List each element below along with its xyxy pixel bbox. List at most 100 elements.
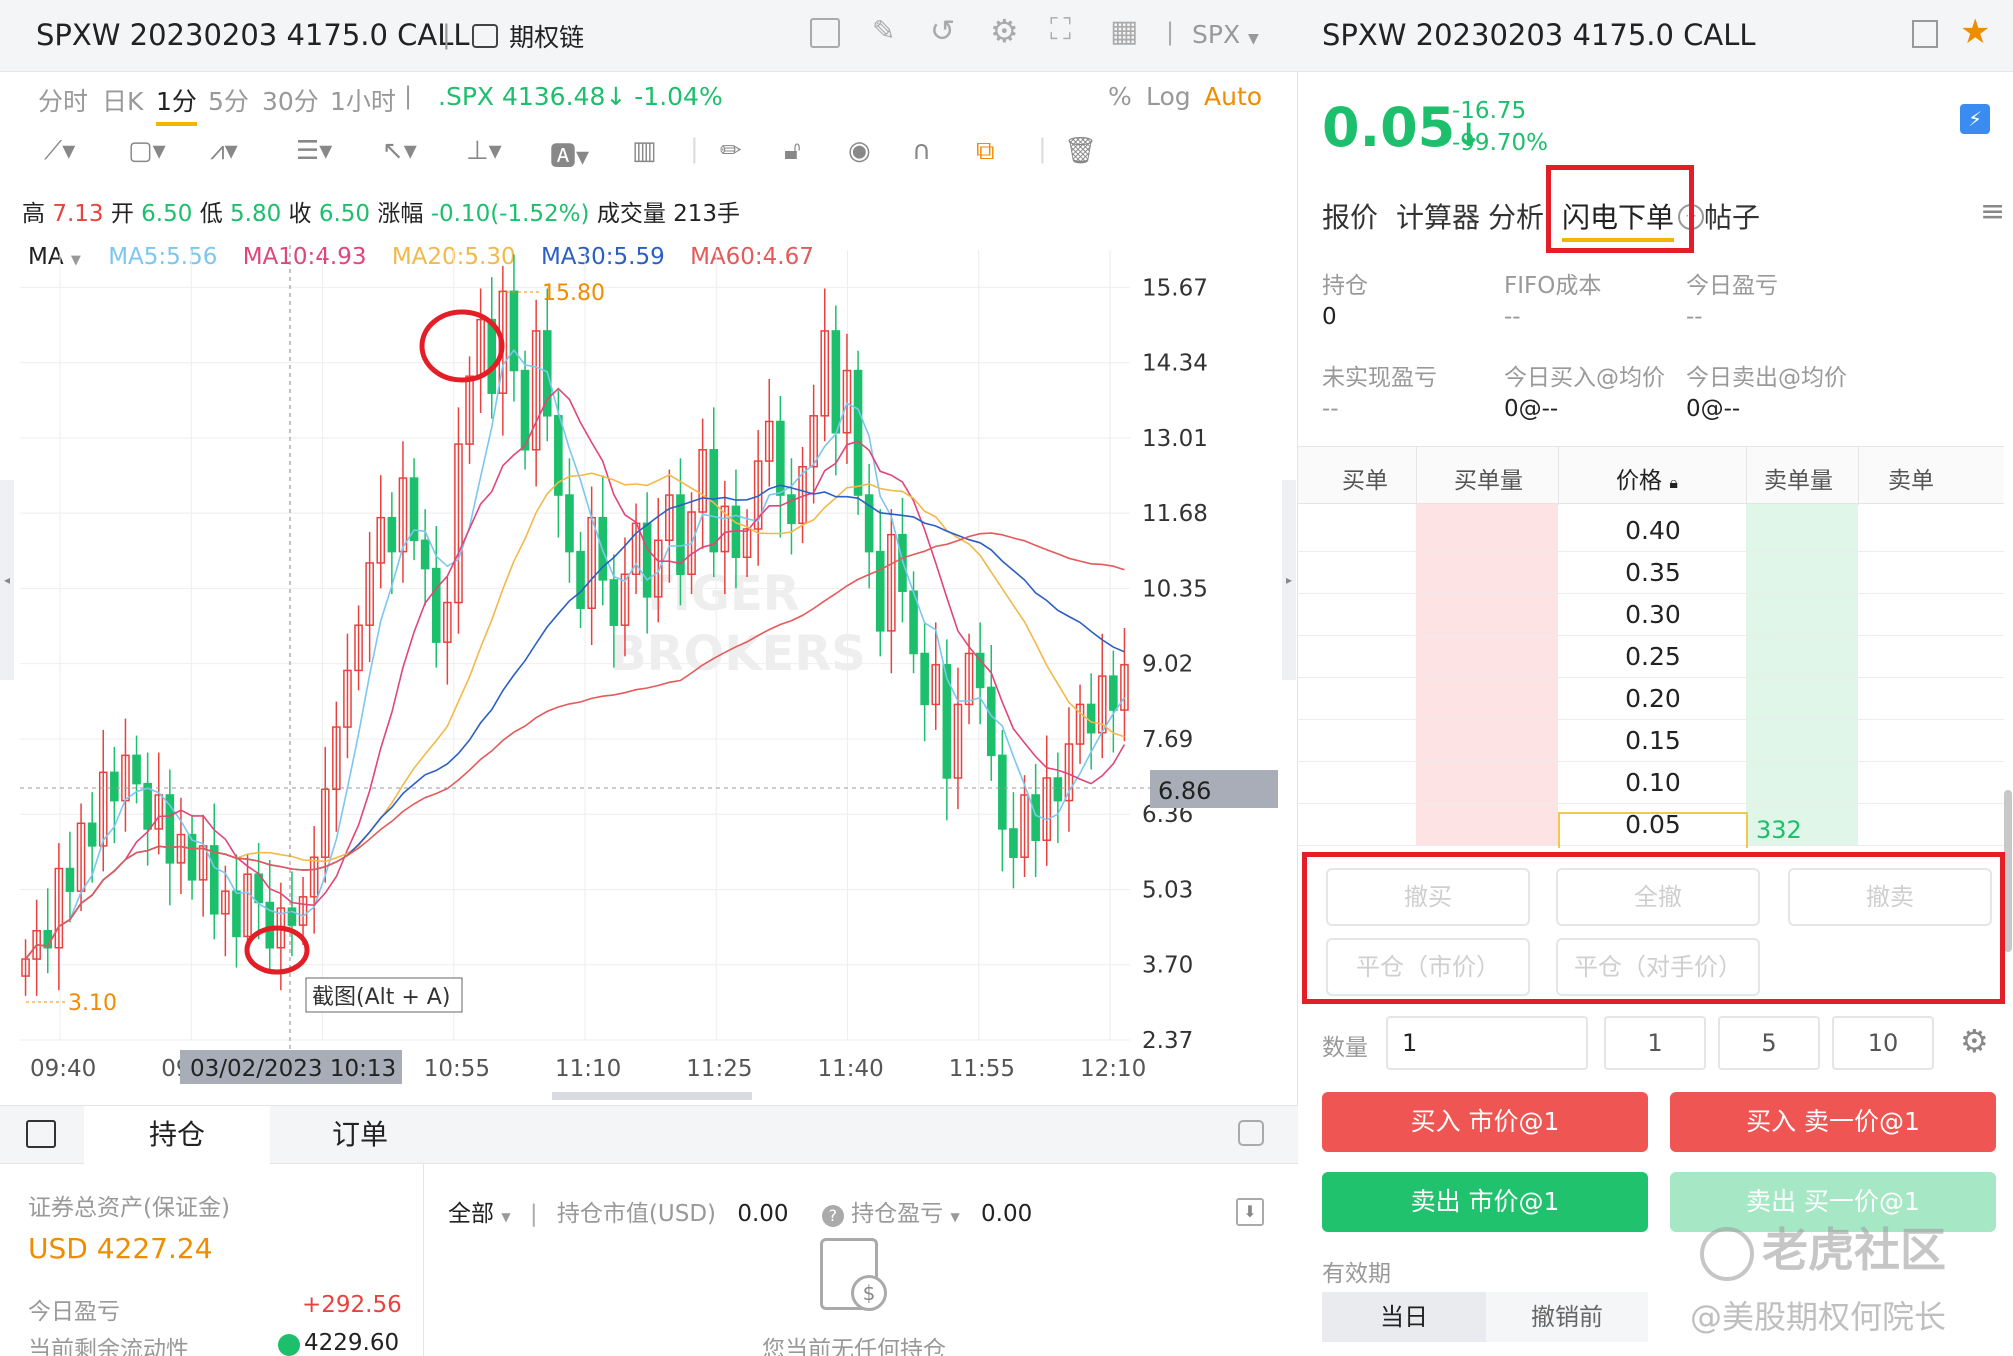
quantity-settings-gear-icon[interactable]: ⚙ [1960, 1022, 1989, 1060]
underlying-quote[interactable]: .SPX 4136.48↓ -1.04% [438, 82, 723, 111]
validity-label: 有效期 [1322, 1261, 1391, 1287]
period-tab[interactable]: 30分 [262, 82, 319, 118]
separator: | [1166, 18, 1175, 46]
candle-body [853, 369, 863, 496]
arrow-tool-icon[interactable]: ↖▾ [382, 136, 417, 166]
fib-tool-icon[interactable]: ☰▾ [296, 136, 332, 166]
filter-all-select[interactable]: 全部 ▼ [448, 1201, 511, 1227]
tab-analysis[interactable]: 分析 [1488, 196, 1544, 236]
y-axis: 15.6714.3413.0111.6810.359.027.696.365.0… [1142, 275, 1208, 1054]
ladder-col-price[interactable]: 价格 🔒︎ [1616, 461, 1678, 495]
auto-toggle[interactable]: Auto [1204, 82, 1262, 111]
measure-tool-icon[interactable]: ⊥▾ [466, 136, 502, 166]
chevron-down-icon: ▼ [501, 1210, 511, 1224]
x-tick-label: 11:55 [949, 1056, 1015, 1082]
community-watermark: 老虎社区 [1700, 1214, 1946, 1281]
sell-market-button[interactable]: 卖出 市价@1 [1322, 1172, 1648, 1232]
ladder-price-cell[interactable]: 0.15 [1558, 720, 1748, 762]
expand-right-handle[interactable]: ▸ [1282, 480, 1296, 680]
ladder-price-cell[interactable]: 0.35 [1558, 552, 1748, 594]
contract-title: SPXW 20230203 4175.0 CALL [36, 18, 470, 52]
period-tab[interactable]: 1小时 [330, 82, 396, 118]
period-tab-active[interactable]: 1分 [156, 82, 197, 126]
positions-tab-bar: 持仓 订单 [0, 1106, 1298, 1164]
high-value: 7.13 [52, 201, 104, 227]
chevron-down-icon: ▼ [950, 1210, 960, 1224]
separator: | [1038, 134, 1047, 164]
quantity-preset[interactable]: 1 [1604, 1016, 1706, 1070]
tab-calculator[interactable]: 计算器 [1396, 196, 1480, 236]
percent-toggle[interactable]: % [1108, 82, 1132, 111]
candle-body [1031, 794, 1040, 841]
grid-layout-icon[interactable]: ▦ [1110, 14, 1138, 49]
lock-icon[interactable]: 🔓︎ [784, 136, 801, 167]
magnet-icon[interactable]: ∩ [912, 136, 931, 166]
settings-gear-icon[interactable]: ⚙ [990, 12, 1019, 50]
order-title-bar: SPXW 20230203 4175.0 CALL ★ [1298, 0, 2013, 72]
ladder-price-cell[interactable]: 0.25 [1558, 636, 1748, 678]
menu-icon[interactable]: ≡ [1980, 194, 2005, 229]
quantity-preset[interactable]: 10 [1832, 1016, 1934, 1070]
close-label: 收 [288, 201, 312, 227]
quantity-preset[interactable]: 5 [1718, 1016, 1820, 1070]
bars-tool-icon[interactable]: ▥ [632, 136, 657, 166]
chart-panel: SPXW 20230203 4175.0 CALL | 期权链 ✎ ↺ ⚙ ⛶ … [0, 0, 1298, 1105]
watermark-brokers: BROKERS [610, 626, 866, 682]
y-tick-label: 3.70 [1142, 953, 1193, 979]
chart-icon[interactable] [810, 18, 840, 48]
ladder-scrollbar[interactable] [2004, 790, 2012, 952]
rect-tool-icon[interactable]: ▢▾ [128, 136, 166, 166]
edit-icon[interactable]: ✎ [872, 14, 895, 47]
option-chain-button[interactable]: 期权链 [472, 18, 584, 54]
tab-quote[interactable]: 报价 [1322, 196, 1378, 236]
position-pl-label[interactable]: 持仓盈亏 [851, 1201, 943, 1227]
ladder-bid-qty-column [1416, 504, 1558, 846]
tab-positions[interactable]: 持仓 [84, 1106, 270, 1164]
candle-body [1009, 828, 1018, 858]
period-tab[interactable]: 日K [102, 82, 143, 118]
star-icon[interactable]: ★ [1960, 12, 1990, 52]
text-tool-icon[interactable]: 🅰▾ [550, 136, 589, 173]
tab-posts[interactable]: 帖子 [1704, 196, 1760, 236]
watermark-tiger: TIGER [640, 566, 800, 622]
tab-orders[interactable]: 订单 [290, 1106, 430, 1164]
validity-day-option[interactable]: 当日 [1322, 1292, 1486, 1342]
ladder-price-cell[interactable]: 0.40 [1558, 510, 1748, 552]
underlying-select[interactable]: SPX ▼ [1192, 20, 1259, 49]
bookmark-icon[interactable] [1912, 20, 1938, 48]
line-tool-icon[interactable]: ⟋▾ [44, 136, 75, 167]
fullscreen-icon[interactable]: ⛶ [1050, 12, 1071, 47]
candle-body [642, 522, 652, 598]
pencil-icon[interactable]: ✏ [720, 136, 742, 166]
eye-icon[interactable]: ◉ [848, 136, 871, 166]
ladder-price-cell[interactable]: 0.20 [1558, 678, 1748, 720]
quantity-input[interactable]: 1 [1386, 1016, 1588, 1070]
lightning-icon[interactable]: ⚡ [1960, 104, 1990, 134]
candlestick-chart[interactable]: TIGER BROKERS 15.67 14.34 13.01 11.68 10.35 9… [0, 230, 1298, 1100]
expand-left-handle[interactable]: ◂ [0, 480, 14, 680]
candle-body [232, 890, 241, 938]
refresh-icon[interactable]: ↺ [930, 14, 955, 49]
period-tab[interactable]: 5分 [208, 82, 249, 118]
buy-market-button[interactable]: 买入 市价@1 [1322, 1092, 1648, 1152]
download-icon[interactable]: ⬇ [1236, 1198, 1264, 1226]
ladder-price-cell[interactable]: 0.30 [1558, 594, 1748, 636]
ladder-price-cell[interactable]: 0.10 [1558, 762, 1748, 804]
pattern-tool-icon[interactable]: ⩘▾ [210, 136, 238, 167]
layers-icon[interactable]: ⧉ [976, 136, 995, 167]
help-icon[interactable]: ? [821, 1205, 844, 1227]
candle-body [920, 652, 929, 706]
buy-ask-button[interactable]: 买入 卖一价@1 [1670, 1092, 1996, 1152]
low-label: 低 [199, 201, 223, 227]
trash-icon[interactable]: 🗑︎ [1064, 136, 1097, 166]
y-tick-label: 9.02 [1142, 652, 1193, 678]
option-chain-label: 期权链 [509, 23, 585, 52]
validity-gtc-option[interactable]: 撤销前 [1486, 1292, 1648, 1342]
log-toggle[interactable]: Log [1146, 82, 1191, 111]
candle-body [998, 754, 1007, 830]
panel-toggle-icon[interactable] [26, 1120, 56, 1148]
ladder-current-price-cell[interactable] [1558, 812, 1748, 848]
popout-icon[interactable] [1238, 1120, 1264, 1146]
period-tab[interactable]: 分时 [38, 82, 88, 118]
candle-body [986, 686, 996, 757]
